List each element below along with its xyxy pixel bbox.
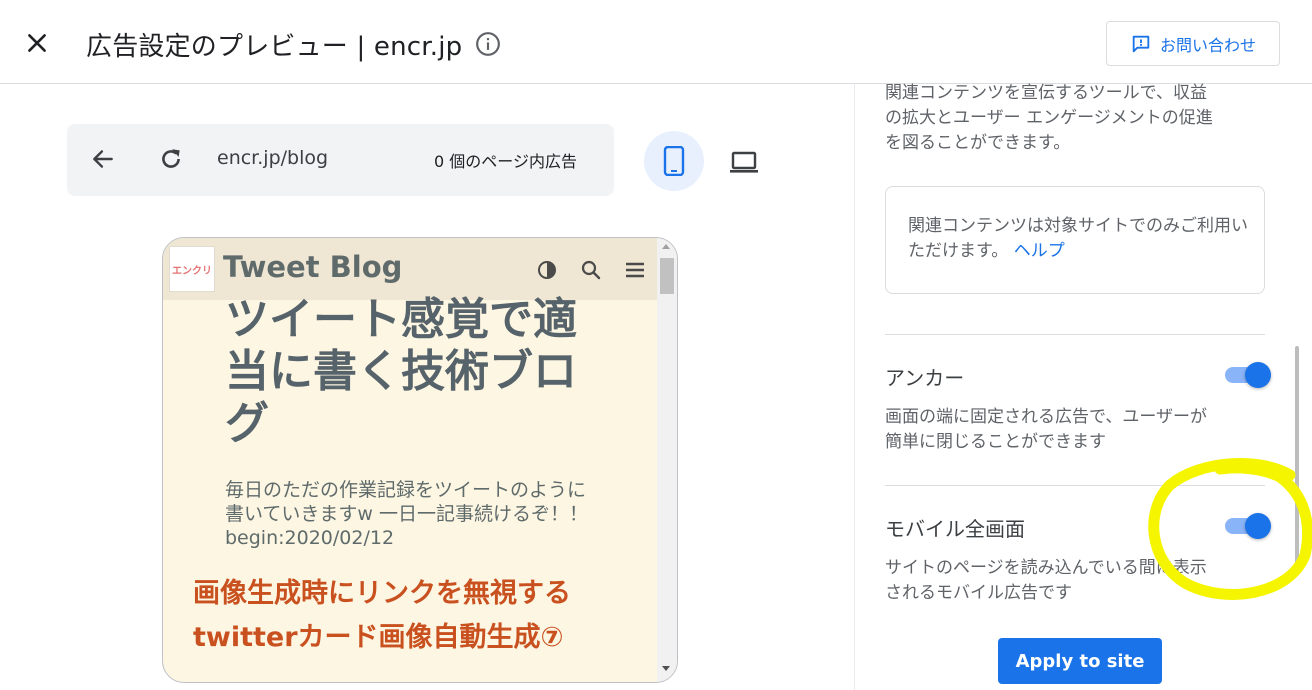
laptop-icon[interactable] [728, 148, 760, 176]
in-page-ad-count: 0 個のページ内広告 [434, 152, 577, 171]
blog-name[interactable]: Tweet Blog [223, 250, 402, 284]
post-title-link[interactable]: 画像生成時にリンクを無視する twitterカード画像自動生成⑦ [193, 572, 613, 660]
settings-scrollbar[interactable] [1295, 346, 1299, 566]
smartphone-icon [663, 146, 685, 176]
menu-icon[interactable] [623, 258, 647, 282]
anchor-toggle[interactable] [1225, 362, 1271, 388]
anchor-label: アンカー [885, 366, 965, 390]
search-icon[interactable] [579, 258, 603, 282]
help-link[interactable]: ヘルプ [1014, 241, 1065, 261]
mobile-vignette-description: サイトのページを読み込んでいる間に表示されるモバイル広告です [885, 558, 1207, 603]
divider [885, 485, 1265, 486]
contact-label: お問い合わせ [1159, 35, 1256, 55]
scroll-thumb[interactable] [660, 258, 674, 294]
scroll-up-arrow-icon[interactable] [662, 244, 670, 249]
back-arrow-icon[interactable] [90, 146, 116, 172]
anchor-description: 画面の端に固定される広告で、ユーザーが簡単に閉じることができます [885, 407, 1207, 452]
divider [885, 334, 1265, 335]
mobile-view-button[interactable] [644, 131, 704, 191]
page-title: 広告設定のプレビュー | encr.jp [86, 32, 463, 62]
scroll-down-arrow-icon[interactable] [662, 666, 670, 671]
reload-icon[interactable] [158, 146, 184, 172]
mobile-vignette-toggle[interactable] [1225, 513, 1271, 539]
blog-header: エンクリ Tweet Blog [163, 238, 657, 300]
contact-button[interactable]: お問い合わせ [1106, 21, 1280, 66]
mobile-preview-frame[interactable]: エンクリ Tweet Blog ツイート感覚で適当に書く技術ブログ 毎日のただの… [162, 237, 678, 683]
feedback-icon [1132, 35, 1150, 52]
info-icon[interactable] [475, 31, 501, 57]
apply-to-site-button[interactable]: Apply to site [998, 638, 1162, 684]
related-content-notice: 関連コンテンツは対象サイトでのみご利用いただけます。 ヘルプ [885, 186, 1265, 294]
mobile-vignette-label: モバイル全画面 [885, 517, 1025, 541]
preview-url: encr.jp/blog [217, 147, 329, 169]
contrast-icon[interactable] [535, 258, 559, 282]
top-bar: 広告設定のプレビュー | encr.jp お問い合わせ [0, 0, 1312, 84]
blog-logo-text: エンクリ [172, 265, 212, 277]
notice-text: 関連コンテンツは対象サイトでのみご利用いただけます。 ヘルプ [908, 214, 1253, 264]
blog-logo[interactable]: エンクリ [169, 246, 215, 292]
blog-title: ツイート感覚で適当に書く技術ブログ [225, 294, 577, 449]
related-content-description: 関連コンテンツを宣伝するツールで、収益の拡大とユーザー エンゲージメントの促進を… [885, 83, 1213, 153]
blog-description: 毎日のただの作業記録をツイートのように書いていきますw 一日一記事続けるぞ！！b… [225, 479, 589, 549]
preview-scrollbar[interactable] [657, 238, 677, 682]
close-icon[interactable] [24, 30, 50, 56]
notice-message: 関連コンテンツは対象サイトでのみご利用いただけます。 [908, 216, 1248, 261]
